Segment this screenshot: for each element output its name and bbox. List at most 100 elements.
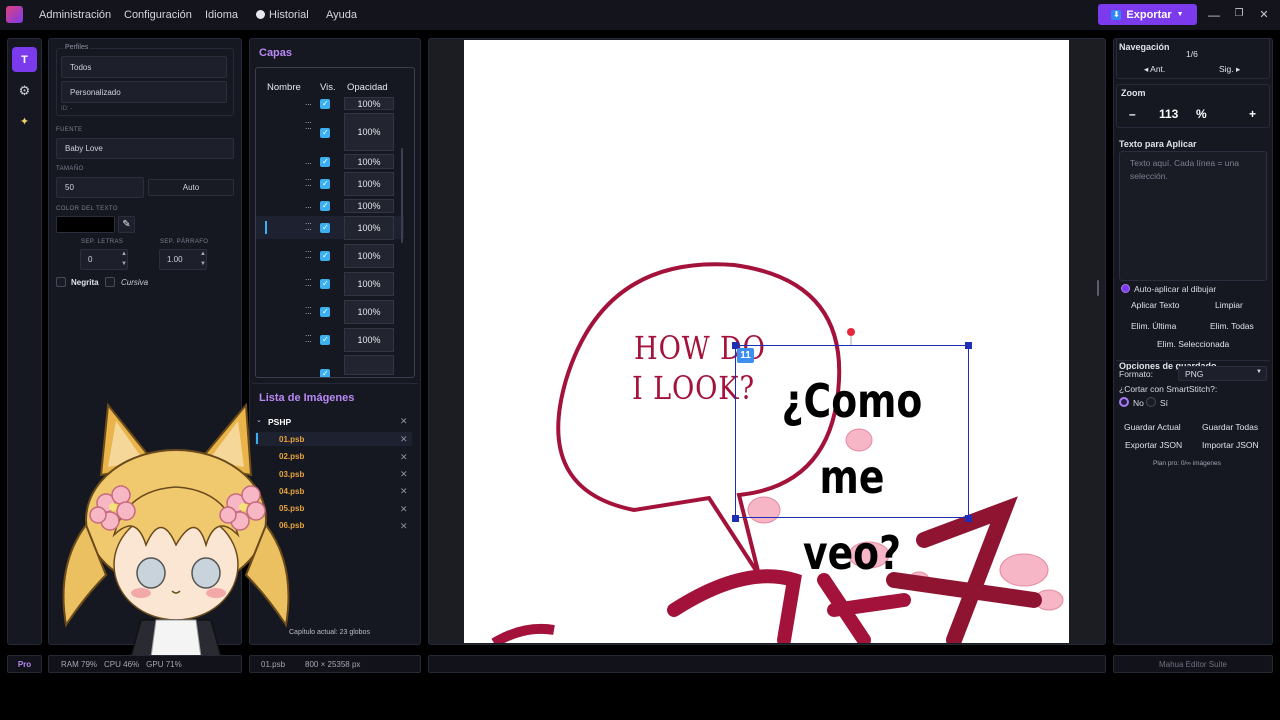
paragraph-spacing-stepper-icon[interactable]: ▲ ▼ [200,249,206,269]
remove-file-icon[interactable]: ✕ [400,521,408,532]
letter-spacing-stepper-icon[interactable]: ▲ ▼ [121,249,127,269]
layer-opacity[interactable]: 100% [344,244,394,268]
delete-last-button[interactable]: Elim. Última [1131,321,1176,331]
resize-handle[interactable] [965,515,972,522]
apply-text-button[interactable]: Aplicar Texto [1131,300,1180,310]
layer-visibility-checkbox[interactable] [320,335,330,345]
smartstitch-yes-label: Sí [1160,398,1169,408]
close-folder-icon[interactable]: ✕ [400,416,408,427]
resize-handle[interactable] [965,342,972,349]
prev-page-button[interactable]: ◂ Ant. [1144,64,1165,75]
layer-name: ...... [305,173,312,188]
minimize-icon[interactable]: — [1207,8,1221,22]
page-image[interactable]: HOW DO I LOOK? 11 ¿Como me veo? [464,40,1069,643]
layer-visibility-checkbox[interactable] [320,128,330,138]
zoom-title: Zoom [1121,88,1146,98]
restore-icon[interactable]: ❐ [1232,8,1246,19]
menu-idioma[interactable]: Idioma [205,9,238,21]
layer-visibility-checkbox[interactable] [320,223,330,233]
clear-button[interactable]: Limpiar [1215,300,1243,310]
text-tool-button[interactable]: T [12,47,37,72]
layer-opacity[interactable]: 100% [344,328,394,352]
menu-historial[interactable]: Historial [256,9,309,21]
format-value: PNG [1185,369,1204,379]
image-dimensions: 800 × 25358 px [305,659,361,669]
close-icon[interactable]: ✕ [1257,8,1271,21]
chevron-down-icon: ▼ [1256,369,1262,375]
layer-name: ...... [305,245,312,260]
layer-name: ... [305,201,312,210]
remove-file-icon[interactable]: ✕ [400,469,408,480]
delete-all-button[interactable]: Elim. Todas [1210,321,1254,331]
delete-selected-button[interactable]: Elim. Seleccionada [1157,339,1229,349]
layer-visibility-checkbox[interactable] [320,99,330,109]
text-color-swatch[interactable] [56,216,115,233]
layer-visibility-checkbox[interactable] [320,157,330,167]
zoom-in-button[interactable]: + [1249,107,1256,121]
layer-visibility-checkbox[interactable] [320,307,330,317]
zoom-out-button[interactable]: – [1129,107,1136,121]
remove-file-icon[interactable]: ✕ [400,486,408,497]
layer-visibility-checkbox[interactable] [320,201,330,211]
font-select[interactable]: Baby Love [56,138,234,159]
layer-opacity[interactable]: 100% [344,272,394,296]
layers-column-opacity: Opacidad [347,82,388,93]
layer-opacity[interactable]: 100% [344,216,394,240]
layer-opacity[interactable]: 100% [344,172,394,196]
size-input[interactable]: 50 [56,177,144,198]
smartstitch-yes-radio[interactable] [1146,397,1156,407]
menu-administracion[interactable]: Administración [39,9,111,21]
save-all-button[interactable]: Guardar Todas [1202,422,1258,432]
current-file: 01.psb [261,659,286,669]
layer-opacity[interactable]: 100% [344,97,394,110]
mascot-illustration [62,402,290,657]
profile-all-option[interactable]: Todos [61,56,227,78]
zoom-value[interactable]: 113 [1159,107,1178,121]
layers-column-name: Nombre [267,82,301,93]
export-button[interactable]: ⬇ Exportar ▼ [1098,4,1197,25]
layer-visibility-checkbox[interactable] [320,369,330,377]
auto-apply-checkbox[interactable] [1121,284,1130,293]
format-select[interactable]: PNG ▼ [1178,366,1267,381]
remove-file-icon[interactable]: ✕ [400,452,408,463]
file-info: 01.psb 800 × 25358 px [249,655,421,673]
save-current-button[interactable]: Guardar Actual [1124,422,1181,432]
italic-label: Cursiva [121,278,149,287]
layer-visibility-checkbox[interactable] [320,279,330,289]
layers-table: Nombre Vis. Opacidad ...100% ......100% … [255,67,415,378]
profile-custom-option[interactable]: Personalizado [61,81,227,103]
layers-scrollbar[interactable] [401,148,403,243]
menu-configuracion[interactable]: Configuración [124,9,192,21]
layer-visibility-checkbox[interactable] [320,251,330,261]
canvas-scrollbar[interactable] [1097,280,1099,296]
import-json-button[interactable]: Importar JSON [1202,440,1259,450]
layer-opacity-partial[interactable] [344,355,394,375]
layer-visibility-checkbox[interactable] [320,179,330,189]
app-name: Mahua Editor Suite [1113,655,1273,673]
layer-opacity[interactable]: 100% [344,300,394,324]
auto-size-button[interactable]: Auto [148,179,234,196]
resize-handle[interactable] [732,515,739,522]
gear-icon[interactable]: ⚙ [12,78,37,103]
layer-name: ... [305,98,312,107]
sparkle-icon[interactable]: ✦ [12,109,37,134]
layers-column-visibility: Vis. [320,82,336,93]
layer-opacity[interactable]: 100% [344,113,394,151]
apply-text-textarea[interactable]: Texto aquí. Cada línea = una selección. [1119,151,1267,281]
paragraph-spacing-label: SEP. PÁRRAFO [160,239,209,245]
menu-ayuda[interactable]: Ayuda [326,9,357,21]
italic-checkbox[interactable] [105,277,115,287]
bold-checkbox[interactable] [56,277,66,287]
divider [252,383,418,384]
smartstitch-no-radio[interactable] [1119,397,1129,407]
export-json-button[interactable]: Exportar JSON [1125,440,1182,450]
layer-opacity[interactable]: 100% [344,154,394,169]
overlay-text[interactable]: ¿Como me veo? [757,363,947,591]
auto-apply-label: Auto-aplicar al dibujar [1134,284,1217,294]
layer-opacity[interactable]: 100% [344,199,394,213]
next-page-button[interactable]: Sig. ▸ [1219,64,1240,75]
remove-file-icon[interactable]: ✕ [400,434,408,445]
eyedropper-icon[interactable]: ✎ [118,216,135,233]
navigation-title: Navegación [1119,42,1170,52]
remove-file-icon[interactable]: ✕ [400,504,408,515]
